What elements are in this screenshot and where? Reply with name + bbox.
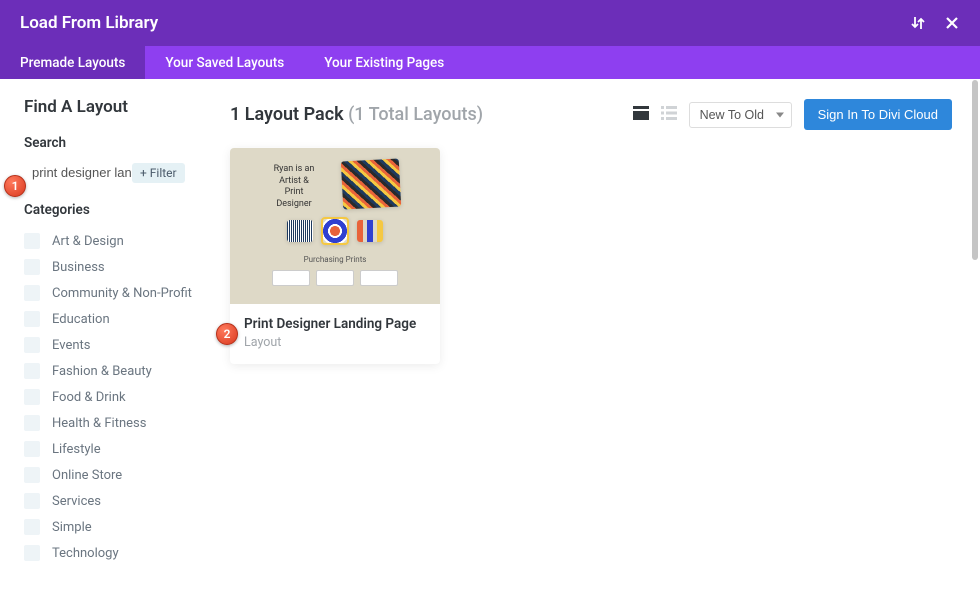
category-item[interactable]: Online Store: [24, 462, 200, 488]
sidebar-heading: Find A Layout: [24, 97, 200, 117]
category-item[interactable]: Lifestyle: [24, 436, 200, 462]
target-icon: [321, 217, 349, 245]
main-area: 1 Layout Pack (1 Total Layouts): [210, 79, 980, 595]
tab-saved-layouts[interactable]: Your Saved Layouts: [145, 46, 304, 79]
close-icon[interactable]: [944, 15, 960, 31]
checkbox-icon[interactable]: [24, 493, 40, 509]
titlebar-actions: [910, 15, 960, 31]
search-input[interactable]: [32, 161, 132, 184]
checkbox-icon[interactable]: [24, 389, 40, 405]
layout-thumbnail: Ryan is an Artist & Print Designer Purch…: [230, 148, 440, 304]
category-item[interactable]: Education: [24, 306, 200, 332]
list-view-icon[interactable]: [661, 105, 677, 124]
pattern-icon: [341, 159, 401, 210]
category-item[interactable]: Community & Non-Profit: [24, 280, 200, 306]
filter-chip[interactable]: + Filter: [132, 163, 185, 183]
thumb-caption: Purchasing Prints: [304, 255, 367, 264]
checkbox-icon[interactable]: [24, 337, 40, 353]
checkbox-icon[interactable]: [24, 259, 40, 275]
layout-card[interactable]: Ryan is an Artist & Print Designer Purch…: [230, 148, 440, 364]
category-item[interactable]: Fashion & Beauty: [24, 358, 200, 384]
category-item[interactable]: Health & Fitness: [24, 410, 200, 436]
category-item[interactable]: Food & Drink: [24, 384, 200, 410]
sidebar: Find A Layout Search + Filter Categories…: [0, 79, 210, 595]
card-body: Print Designer Landing Page Layout: [230, 304, 440, 364]
thumb-shapes: [287, 217, 383, 245]
checkbox-icon[interactable]: [24, 441, 40, 457]
category-list: Art & Design Business Community & Non-Pr…: [24, 228, 200, 566]
search-label: Search: [24, 135, 200, 151]
layout-count: 1 Layout Pack (1 Total Layouts): [230, 104, 483, 125]
main-header: 1 Layout Pack (1 Total Layouts): [230, 99, 952, 130]
tabs: Premade Layouts Your Saved Layouts Your …: [0, 46, 980, 79]
checkbox-icon[interactable]: [24, 467, 40, 483]
card-title: Print Designer Landing Page: [244, 316, 426, 332]
mini-button-icon: [272, 270, 310, 286]
sort-select-wrap: New To Old: [689, 102, 792, 128]
search-row: + Filter: [24, 161, 200, 184]
category-item[interactable]: Events: [24, 332, 200, 358]
checkbox-icon[interactable]: [24, 415, 40, 431]
checkbox-icon[interactable]: [24, 363, 40, 379]
titlebar: Load From Library: [0, 0, 980, 46]
scrollbar[interactable]: [972, 80, 978, 260]
main-actions: New To Old Sign In To Divi Cloud: [633, 99, 952, 130]
checkbox-icon[interactable]: [24, 545, 40, 561]
modal-title: Load From Library: [20, 13, 158, 33]
sort-arrows-icon[interactable]: [910, 15, 926, 31]
checkbox-icon[interactable]: [24, 233, 40, 249]
mini-button-icon: [316, 270, 354, 286]
view-toggle: [633, 105, 677, 124]
category-item[interactable]: Business: [24, 254, 200, 280]
stripes-icon: [287, 220, 313, 242]
annotation-badge-1: 1: [4, 175, 26, 197]
sort-select[interactable]: New To Old: [689, 102, 792, 128]
tab-premade-layouts[interactable]: Premade Layouts: [0, 46, 145, 79]
card-subtitle: Layout: [244, 335, 426, 350]
grid-view-icon[interactable]: [633, 105, 649, 124]
categories-label: Categories: [24, 202, 200, 218]
checkbox-icon[interactable]: [24, 519, 40, 535]
category-item[interactable]: Art & Design: [24, 228, 200, 254]
tab-existing-pages[interactable]: Your Existing Pages: [304, 46, 464, 79]
signin-button[interactable]: Sign In To Divi Cloud: [804, 99, 952, 130]
library-modal: Load From Library Premade Layouts Your S…: [0, 0, 980, 595]
category-item[interactable]: Simple: [24, 514, 200, 540]
thumb-heading: Ryan is an Artist & Print Designer: [270, 164, 318, 211]
checkbox-icon[interactable]: [24, 311, 40, 327]
category-item[interactable]: Services: [24, 488, 200, 514]
checkbox-icon[interactable]: [24, 285, 40, 301]
annotation-badge-2: 2: [216, 323, 238, 345]
bars-icon: [357, 220, 383, 242]
mini-button-icon: [360, 270, 398, 286]
thumb-button-row: [272, 270, 398, 286]
category-item[interactable]: Technology: [24, 540, 200, 566]
